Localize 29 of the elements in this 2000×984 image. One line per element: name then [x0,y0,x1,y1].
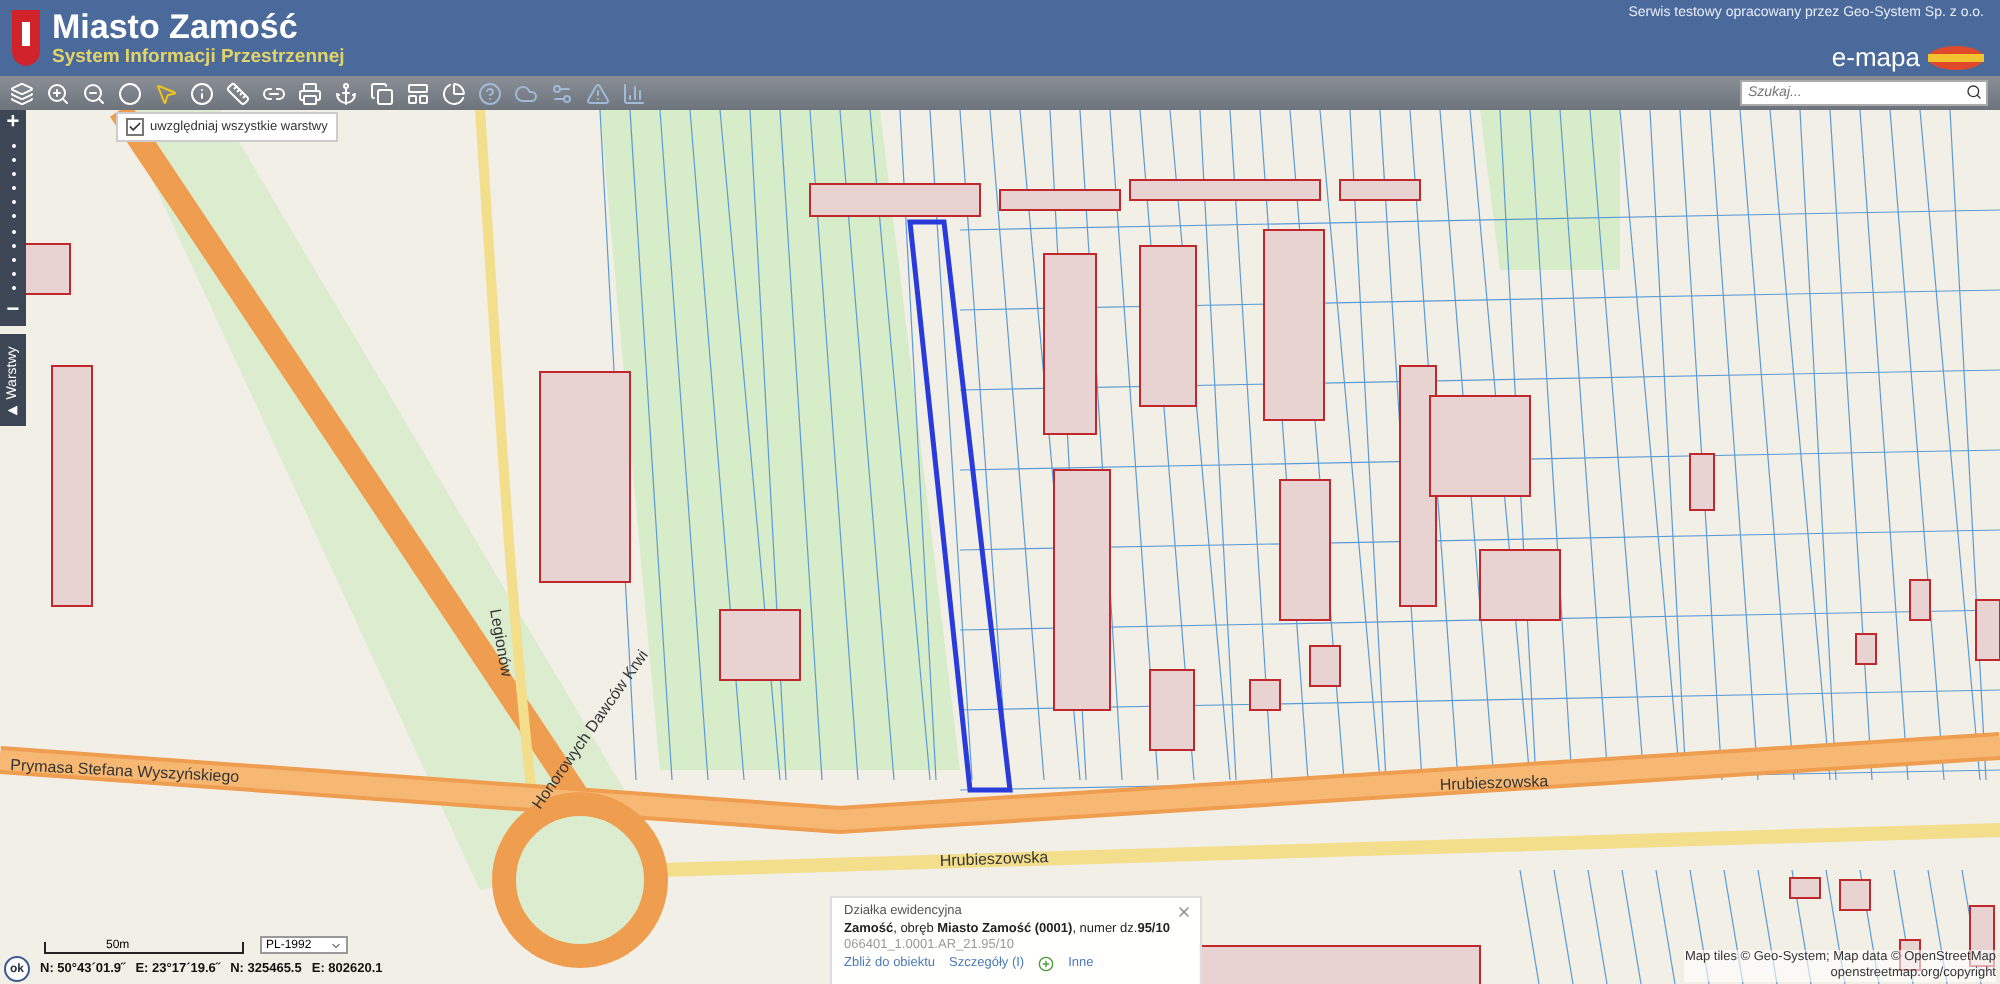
layout-icon[interactable] [404,80,430,106]
street-label: Legionów [486,607,516,679]
pie-icon[interactable] [440,80,466,106]
plus-circle-icon [1038,955,1055,971]
street-label: Hrubieszowska [1439,772,1549,794]
close-button[interactable] [1176,904,1192,920]
search-icon [1966,84,1982,100]
info-icon[interactable] [188,80,214,106]
street-label: Prymasa Stefana Wyszyńskiego [9,756,240,786]
layers-icon[interactable] [8,80,34,106]
anchor-icon[interactable] [332,80,358,106]
printer-icon[interactable] [296,80,322,106]
ruler-icon[interactable] [224,80,250,106]
copy-icon[interactable] [368,80,394,106]
pointer-icon[interactable] [152,80,178,106]
zoom-in-button[interactable]: + [6,112,20,134]
checkbox[interactable] [126,118,144,136]
chevron-down-icon [330,939,342,951]
zoom-out-button[interactable]: − [6,299,20,322]
logo-icon [1928,45,1984,69]
brand-name: e-mapa [1831,42,1920,72]
triangle-icon [8,404,18,415]
street-label: Hrubieszowska [939,848,1049,870]
app-subtitle: System Informacji Przestrzennej [52,46,345,68]
coat-of-arms-icon [12,10,40,66]
circle-icon[interactable] [116,80,142,106]
app-title: Miasto Zamość [52,8,300,46]
zoom-in-icon[interactable] [44,80,70,106]
zoom-out-icon[interactable] [80,80,106,106]
